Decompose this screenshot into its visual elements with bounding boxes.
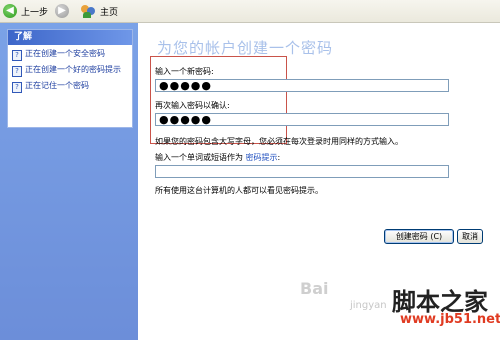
sidebar-item-password-hint[interactable]: ? 正在创建一个好的密码提示	[12, 65, 129, 77]
sidebar-item-label: 正在记住一个密码	[25, 81, 89, 90]
cancel-button[interactable]: 取消	[457, 229, 483, 244]
help-icon: ?	[12, 82, 22, 93]
sidebar-item-remember-password[interactable]: ? 正在记住一个密码	[12, 81, 129, 93]
help-icon: ?	[12, 66, 22, 77]
new-password-input[interactable]: ●●●●●	[155, 79, 449, 92]
forward-button[interactable]: ▶	[55, 3, 69, 19]
user-accounts-icon	[80, 4, 96, 18]
confirm-password-input[interactable]: ●●●●●	[155, 113, 449, 126]
hint-label-prefix: 输入一个单词或短语作为	[155, 153, 243, 162]
home-button[interactable]: 主页	[80, 3, 118, 19]
confirm-password-label: 再次输入密码以确认:	[155, 101, 230, 110]
new-password-label: 输入一个新密码:	[155, 67, 214, 76]
sidebar: 了解 ? 正在创建一个安全密码 ? 正在创建一个好的密码提示 ? 正在记住一个密…	[0, 23, 138, 340]
back-button[interactable]: ◀ 上一步	[3, 3, 48, 19]
password-hint-link[interactable]: 密码提示	[246, 153, 278, 162]
forward-arrow-icon: ▶	[55, 4, 69, 18]
password-hint-label: 输入一个单词或短语作为 密码提示:	[155, 152, 280, 163]
learn-about-panel: 了解 ? 正在创建一个安全密码 ? 正在创建一个好的密码提示 ? 正在记住一个密…	[7, 29, 133, 128]
sidebar-item-secure-password[interactable]: ? 正在创建一个安全密码	[12, 49, 129, 61]
hint-visibility-note: 所有使用这台计算机的人都可以看见密码提示。	[155, 186, 323, 195]
create-password-button[interactable]: 创建密码 (C)	[384, 229, 454, 244]
new-password-value: ●●●●●	[159, 79, 212, 92]
sidebar-item-label: 正在创建一个好的密码提示	[25, 65, 121, 74]
help-icon: ?	[12, 50, 22, 61]
hint-label-suffix: :	[277, 153, 281, 162]
baidu-watermark: Bai	[300, 279, 329, 298]
jingyan-watermark: jingyan	[350, 300, 387, 311]
confirm-password-value: ●●●●●	[159, 113, 212, 126]
back-label: 上一步	[21, 7, 49, 18]
back-arrow-icon: ◀	[3, 4, 17, 18]
password-hint-input[interactable]	[155, 165, 449, 178]
sidebar-item-label: 正在创建一个安全密码	[25, 49, 105, 58]
panel-heading: 了解	[8, 30, 132, 45]
case-sensitivity-note: 如果您的密码包含大写字母，您必须在每次登录时用同样的方式输入。	[155, 137, 403, 146]
home-label: 主页	[100, 7, 119, 18]
site-url-watermark: www.jb51.net	[400, 312, 500, 327]
page-title: 为您的帐户创建一个密码	[157, 39, 334, 57]
toolbar: ◀ 上一步 ▶ 主页	[0, 0, 500, 23]
